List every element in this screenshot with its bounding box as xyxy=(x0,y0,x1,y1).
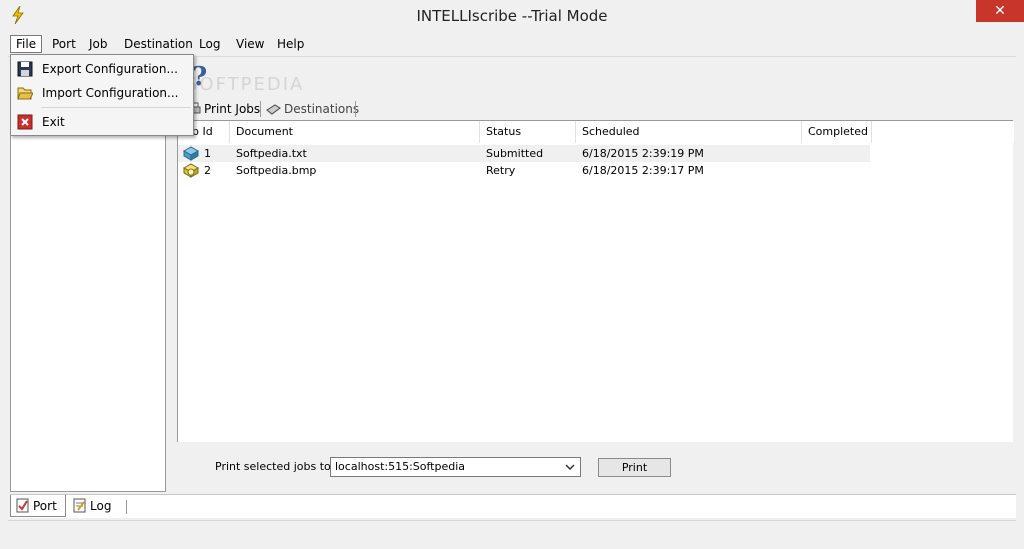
job-status: Retry xyxy=(486,164,516,177)
submitted-job-icon xyxy=(183,146,199,161)
job-completed xyxy=(802,145,808,162)
log-icon xyxy=(73,498,86,513)
menu-port[interactable]: Port xyxy=(47,35,81,53)
main-tabs: Print Jobs Destinations xyxy=(174,96,1016,120)
table-header: b Id Document Status Scheduled Completed xyxy=(178,121,1014,143)
menu-separator xyxy=(41,107,191,108)
col-status[interactable]: Status xyxy=(480,121,576,143)
menu-view[interactable]: View xyxy=(231,35,269,53)
job-scheduled: 6/18/2015 2:39:19 PM xyxy=(582,147,704,160)
tab-port-label: Port xyxy=(33,499,57,513)
menu-file[interactable]: File xyxy=(10,35,43,53)
tab-port[interactable]: Port xyxy=(10,495,66,517)
port-icon xyxy=(16,498,29,513)
job-completed xyxy=(802,162,808,179)
print-destination-select[interactable]: localhost:515:Softpedia xyxy=(330,457,581,477)
menu-job[interactable]: Job xyxy=(84,35,113,53)
job-document: Softpedia.txt xyxy=(236,147,307,160)
menu-bar: File Port Job Destination Log View Help xyxy=(8,32,1016,54)
menu-import-label: Import Configuration... xyxy=(42,86,179,100)
title-bar: INTELLIscribe --Trial Mode ✕ xyxy=(0,0,1024,31)
col-document[interactable]: Document xyxy=(230,121,480,143)
bottom-tabs: Port Log xyxy=(10,494,1016,518)
file-dropdown-menu: Export Configuration... Import Configura… xyxy=(10,54,194,136)
menu-exit-label: Exit xyxy=(42,115,65,129)
menu-import-configuration[interactable]: Import Configuration... xyxy=(11,82,193,104)
chevron-down-icon xyxy=(565,464,575,471)
open-folder-icon xyxy=(17,87,33,100)
print-button[interactable]: Print xyxy=(598,458,671,477)
menu-log[interactable]: Log xyxy=(194,35,225,53)
job-document: Softpedia.bmp xyxy=(236,164,317,177)
tab-log-label: Log xyxy=(90,499,112,513)
tab-destinations-label: Destinations xyxy=(284,102,360,116)
menu-destination[interactable]: Destination xyxy=(119,35,198,53)
menu-exit[interactable]: Exit xyxy=(11,111,193,133)
main-area: Print Jobs Destinations b Id Document St… xyxy=(174,96,1016,494)
table-row[interactable]: 2 Softpedia.bmp Retry 6/18/2015 2:39:17 … xyxy=(178,162,870,179)
tab-divider xyxy=(355,101,356,117)
tab-log[interactable]: Log xyxy=(68,495,111,517)
status-bar xyxy=(8,520,1016,542)
col-completed[interactable]: Completed xyxy=(802,121,872,143)
exit-x-icon xyxy=(17,114,33,130)
job-scheduled: 6/18/2015 2:39:17 PM xyxy=(582,164,704,177)
table-row[interactable]: 1 Softpedia.txt Submitted 6/18/2015 2:39… xyxy=(178,145,870,162)
col-scheduled[interactable]: Scheduled xyxy=(576,121,802,143)
tab-destinations[interactable]: Destinations xyxy=(262,98,359,120)
menu-help[interactable]: Help xyxy=(272,35,309,53)
destination-printer-icon xyxy=(266,104,281,115)
close-window-button[interactable]: ✕ xyxy=(976,0,1024,22)
svg-text:?: ? xyxy=(192,62,207,89)
window-title: INTELLIscribe --Trial Mode xyxy=(416,7,608,25)
job-id: 1 xyxy=(204,147,211,160)
port-tree-panel[interactable] xyxy=(10,98,166,492)
print-destination-value: localhost:515:Softpedia xyxy=(335,460,466,473)
retry-job-icon xyxy=(183,163,199,178)
menu-export-configuration[interactable]: Export Configuration... xyxy=(11,58,193,80)
menu-export-label: Export Configuration... xyxy=(42,62,178,76)
print-jobs-list[interactable]: b Id Document Status Scheduled Completed… xyxy=(177,120,1014,442)
job-status: Submitted xyxy=(486,147,544,160)
print-selected-label: Print selected jobs to: xyxy=(215,460,335,473)
tab-divider xyxy=(260,101,261,117)
job-id: 2 xyxy=(204,164,211,177)
save-disk-icon xyxy=(17,61,33,77)
tab-divider xyxy=(126,500,127,514)
tab-print-jobs-label: Print Jobs xyxy=(204,102,261,116)
